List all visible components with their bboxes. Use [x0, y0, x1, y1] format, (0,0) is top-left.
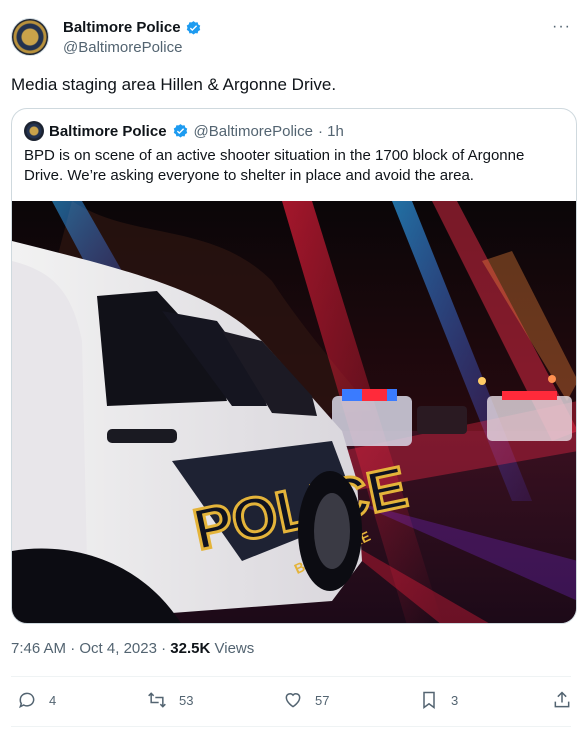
heart-icon — [285, 693, 301, 708]
reply-count: 4 — [49, 692, 57, 708]
share-icon — [554, 691, 570, 708]
retweet-button[interactable]: 53 — [147, 690, 193, 710]
quoted-author-handle: @BaltimorePolice — [193, 122, 313, 140]
author-name[interactable]: Baltimore Police — [63, 18, 181, 38]
bookmark-icon — [423, 691, 435, 709]
verified-badge-icon — [173, 123, 187, 138]
action-bar: 4 53 57 3 — [11, 690, 571, 714]
quoted-age: · 1h — [317, 122, 344, 140]
quoted-tweet[interactable]: Baltimore Police @BaltimorePolice · 1h B… — [11, 108, 577, 624]
quoted-header: Baltimore Police @BaltimorePolice · 1h — [24, 121, 344, 141]
quoted-text: BPD is on scene of an active shooter sit… — [24, 147, 525, 184]
tweet-meta: 7:46 AM · Oct 4, 2023 · 32.5K Views — [11, 640, 254, 657]
bookmark-button[interactable]: 3 — [419, 690, 458, 710]
quoted-author-name: Baltimore Police — [49, 122, 167, 140]
divider — [11, 676, 571, 677]
tweet-date[interactable]: Oct 4, 2023 — [79, 640, 157, 657]
bookmark-count: 3 — [451, 692, 459, 708]
share-button[interactable] — [552, 690, 572, 710]
divider — [11, 726, 571, 727]
verified-badge-icon — [186, 20, 200, 35]
meta-separator: · — [161, 640, 167, 657]
retweet-icon — [148, 692, 166, 708]
tweet-header: Baltimore Police @BaltimorePolice ··· — [11, 16, 571, 60]
views-label: Views — [214, 640, 255, 657]
reply-button[interactable]: 4 — [17, 690, 56, 710]
like-count: 57 — [315, 692, 330, 708]
tweet-text: Media staging area Hillen & Argonne Driv… — [11, 75, 337, 94]
retweet-count: 53 — [179, 692, 194, 708]
author-handle[interactable]: @BaltimorePolice — [63, 38, 202, 58]
like-button[interactable]: 57 — [283, 690, 329, 710]
author-names: Baltimore Police @BaltimorePolice — [63, 18, 202, 58]
tweet-time[interactable]: 7:46 AM — [11, 640, 66, 657]
views-count: 32.5K — [170, 640, 211, 657]
display-name[interactable]: Baltimore Police — [63, 18, 202, 38]
reply-icon — [19, 692, 35, 709]
avatar[interactable] — [11, 18, 49, 56]
police-car-photo[interactable]: POLICE BALTIMORE — [12, 201, 577, 624]
quoted-avatar — [24, 121, 44, 141]
meta-separator: · — [70, 640, 76, 657]
more-options-icon[interactable]: ··· — [552, 18, 571, 36]
